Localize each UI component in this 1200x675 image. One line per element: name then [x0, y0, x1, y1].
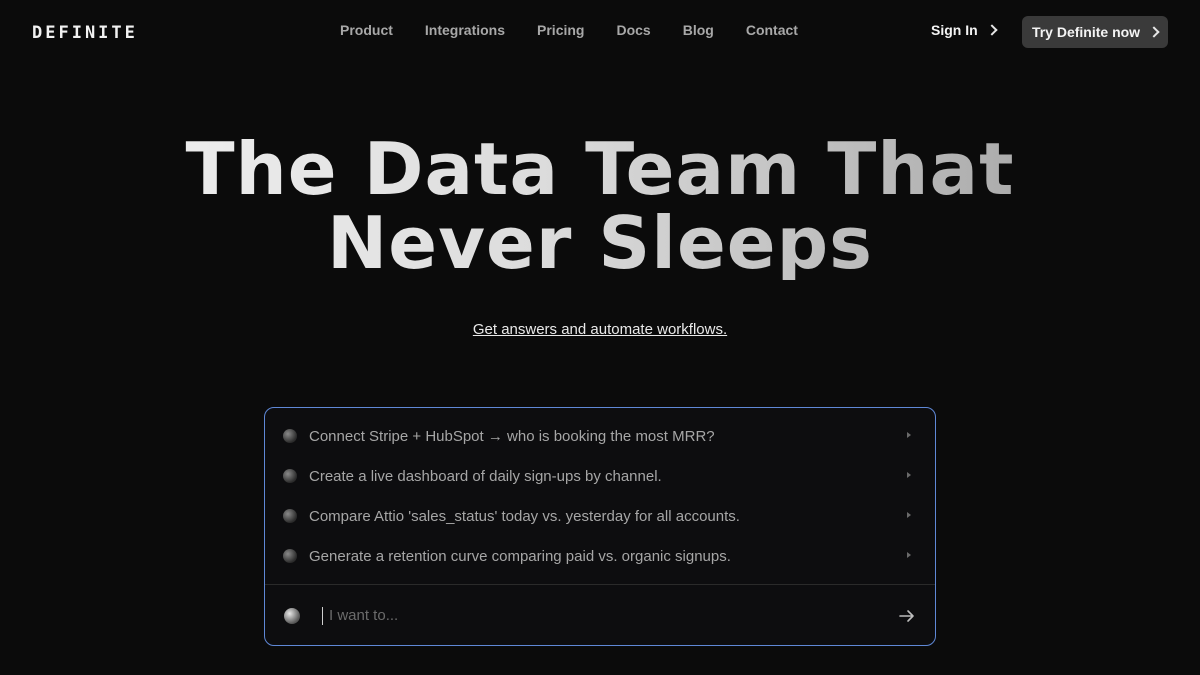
arrow-right-icon[interactable] [897, 606, 917, 626]
hero-title-line1: The Data Team That [185, 127, 1015, 211]
suggestion-item[interactable]: Generate a retention curve comparing pai… [265, 536, 935, 576]
text-caret [322, 606, 323, 625]
suggestion-text: Generate a retention curve comparing pai… [309, 547, 731, 565]
prompt-input[interactable] [329, 607, 849, 624]
nav-link-docs[interactable]: Docs [616, 22, 650, 38]
caret-right-icon [907, 432, 911, 438]
orb-icon [283, 549, 297, 563]
suggestion-text: Connect Stripe + HubSpot → who is bookin… [309, 427, 715, 445]
suggestion-text: Create a live dashboard of daily sign-up… [309, 467, 662, 485]
chevron-right-icon [1148, 26, 1160, 38]
nav-link-blog[interactable]: Blog [683, 22, 714, 38]
page: DEFINITE Product Integrations Pricing Do… [0, 0, 1200, 675]
sign-in-link[interactable]: Sign In [931, 22, 998, 38]
sign-in-label: Sign In [931, 22, 978, 38]
caret-right-icon [907, 552, 911, 558]
nav-link-integrations[interactable]: Integrations [425, 22, 505, 38]
prompt-box: Connect Stripe + HubSpot → who is bookin… [264, 407, 936, 646]
hero-subtitle-link[interactable]: Get answers and automate workflows. [0, 321, 1200, 338]
caret-right-icon [907, 472, 911, 478]
suggestion-list: Connect Stripe + HubSpot → who is bookin… [265, 416, 935, 576]
hero-title: The Data Team That Never Sleeps [0, 132, 1200, 280]
try-definite-label: Try Definite now [1031, 24, 1141, 40]
suggestion-item[interactable]: Connect Stripe + HubSpot → who is bookin… [265, 416, 935, 456]
nav-link-pricing[interactable]: Pricing [537, 22, 584, 38]
nav-links: Product Integrations Pricing Docs Blog C… [340, 22, 830, 38]
caret-right-icon [907, 512, 911, 518]
suggestion-item[interactable]: Compare Attio 'sales_status' today vs. y… [265, 496, 935, 536]
orb-icon [283, 509, 297, 523]
suggestion-item[interactable]: Create a live dashboard of daily sign-up… [265, 456, 935, 496]
nav-link-contact[interactable]: Contact [746, 22, 798, 38]
chevron-right-icon [986, 24, 998, 36]
top-nav: DEFINITE Product Integrations Pricing Do… [0, 0, 1200, 62]
hero-title-line2: Never Sleeps [326, 201, 874, 285]
suggestion-text: Compare Attio 'sales_status' today vs. y… [309, 507, 740, 525]
nav-link-product[interactable]: Product [340, 22, 393, 38]
orb-icon [283, 469, 297, 483]
logo[interactable]: DEFINITE [32, 23, 138, 43]
orb-icon [284, 607, 300, 624]
orb-icon [283, 429, 297, 443]
try-definite-button[interactable]: Try Definite now [1022, 16, 1168, 48]
prompt-input-row [265, 585, 935, 645]
